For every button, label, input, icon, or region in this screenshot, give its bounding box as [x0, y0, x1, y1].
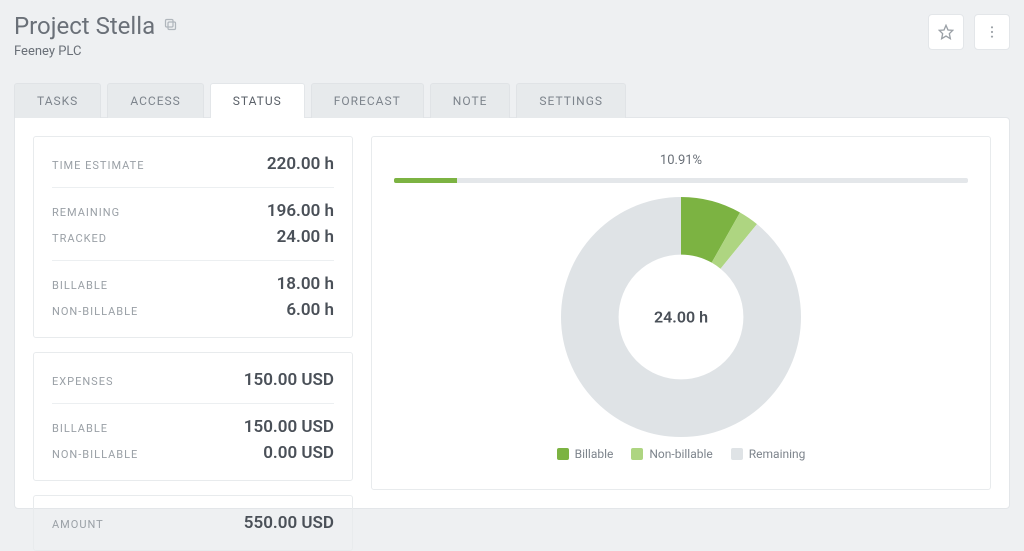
time-nonbillable-value: 6.00 h — [286, 300, 334, 320]
amount-label: AMOUNT — [52, 518, 104, 531]
page-title: Project Stella — [14, 12, 155, 40]
chart-legend: Billable Non-billable Remaining — [557, 447, 806, 461]
favorite-button[interactable] — [928, 14, 964, 50]
legend-remaining-label: Remaining — [749, 447, 806, 461]
expenses-card: EXPENSES 150.00 USD BILLABLE 150.00 USD … — [33, 352, 353, 481]
expenses-nonbillable-label: NON-BILLABLE — [52, 448, 138, 461]
legend-remaining: Remaining — [731, 447, 806, 461]
copy-icon[interactable] — [163, 17, 178, 36]
tab-bar: TASKS ACCESS STATUS FORECAST NOTE SETTIN… — [14, 83, 1010, 118]
tab-forecast[interactable]: FORECAST — [311, 83, 424, 118]
legend-nonbillable-label: Non-billable — [649, 447, 712, 461]
remaining-value: 196.00 h — [267, 201, 334, 221]
donut-chart: 24.00 h — [561, 197, 801, 437]
expenses-value: 150.00 USD — [244, 370, 334, 390]
donut-center-label: 24.00 h — [654, 308, 708, 327]
more-button[interactable] — [974, 14, 1010, 50]
tracked-value: 24.00 h — [277, 227, 334, 247]
progress-bar — [394, 178, 968, 183]
time-estimate-value: 220.00 h — [267, 154, 334, 174]
progress-percent: 10.91% — [660, 153, 702, 168]
swatch-nonbillable — [631, 448, 643, 460]
expenses-nonbillable-value: 0.00 USD — [263, 443, 334, 463]
time-billable-value: 18.00 h — [277, 274, 334, 294]
legend-billable-label: Billable — [575, 447, 614, 461]
tracked-label: TRACKED — [52, 232, 107, 245]
amount-card: AMOUNT 550.00 USD — [33, 495, 353, 551]
chart-panel: 10.91% 24.00 h Billable Non-billable — [371, 136, 991, 490]
legend-billable: Billable — [557, 447, 614, 461]
progress-fill — [394, 178, 457, 183]
expenses-label: EXPENSES — [52, 375, 114, 388]
tab-settings[interactable]: SETTINGS — [516, 83, 626, 118]
tab-status[interactable]: STATUS — [210, 83, 305, 118]
client-name: Feeney PLC — [14, 44, 178, 59]
amount-value: 550.00 USD — [244, 513, 334, 533]
tab-note[interactable]: NOTE — [430, 83, 511, 118]
swatch-billable — [557, 448, 569, 460]
legend-nonbillable: Non-billable — [631, 447, 712, 461]
time-card: TIME ESTIMATE 220.00 h REMAINING 196.00 … — [33, 136, 353, 338]
expenses-billable-value: 150.00 USD — [244, 417, 334, 437]
time-billable-label: BILLABLE — [52, 279, 108, 292]
time-nonbillable-label: NON-BILLABLE — [52, 305, 138, 318]
tab-access[interactable]: ACCESS — [107, 83, 203, 118]
expenses-billable-label: BILLABLE — [52, 422, 108, 435]
tab-tasks[interactable]: TASKS — [14, 83, 101, 118]
time-estimate-label: TIME ESTIMATE — [52, 159, 144, 172]
swatch-remaining — [731, 448, 743, 460]
remaining-label: REMAINING — [52, 206, 120, 219]
